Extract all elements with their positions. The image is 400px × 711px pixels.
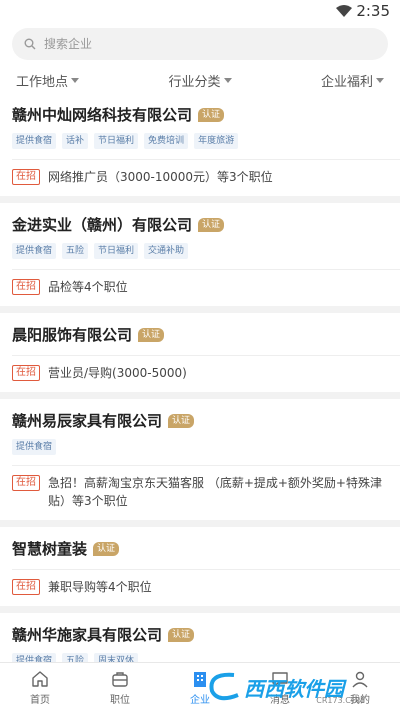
job-summary: 网络推广员（3000-10000元）等3个职位 — [48, 170, 273, 184]
verified-badge: 认证 — [198, 107, 225, 122]
status-bar: 2:35 — [0, 0, 400, 24]
benefit-tag: 话补 — [62, 133, 89, 149]
caret-down-icon — [223, 78, 232, 83]
job-summary: 营业员/导购(3000-5000) — [48, 366, 187, 380]
search-input[interactable] — [44, 37, 344, 51]
filter-label: 工作地点 — [16, 75, 69, 90]
verified-badge: 认证 — [138, 327, 165, 342]
verified-badge: 认证 — [198, 217, 225, 232]
verified-badge: 认证 — [93, 541, 120, 556]
filter-industry[interactable]: 行业分类 — [168, 71, 232, 90]
benefit-tag: 提供食宿 — [12, 243, 57, 259]
benefit-tag: 提供食宿 — [12, 439, 57, 455]
tab-label: 首页 — [30, 695, 50, 706]
company-name: 赣州易辰家具有限公司 — [12, 412, 163, 430]
company-list: 赣州中灿网络科技有限公司 认证 提供食宿 话补 节日福利 免费培训 年度旅游 在招… — [0, 93, 400, 662]
watermark-logo: 西西软件园 CR173.COM — [204, 667, 394, 707]
hiring-badge: 在招 — [12, 579, 40, 595]
benefit-tags: 提供食宿 五险 周末双休 — [0, 645, 400, 662]
benefit-tag: 提供食宿 — [12, 133, 57, 149]
job-summary: 急招！高薪淘宝京东天猫客服 （底薪+提成+额外奖励+特殊津贴）等3个职位 — [48, 476, 382, 508]
filter-label: 企业福利 — [320, 75, 373, 90]
verified-badge: 认证 — [168, 413, 195, 428]
benefit-tags: 提供食宿 话补 节日福利 免费培训 年度旅游 — [0, 125, 400, 149]
benefit-tag: 提供食宿 — [12, 653, 57, 662]
filter-label: 行业分类 — [168, 75, 221, 90]
status-time: 2:35 — [356, 2, 390, 20]
benefit-tag: 交通补助 — [144, 243, 189, 259]
watermark-swoosh-icon — [209, 672, 239, 701]
job-summary: 品检等4个职位 — [48, 280, 128, 294]
caret-down-icon — [375, 78, 384, 83]
hiring-badge: 在招 — [12, 365, 40, 381]
benefit-tag: 年度旅游 — [194, 133, 239, 149]
hiring-badge: 在招 — [12, 475, 40, 491]
tab-home[interactable]: 首页 — [0, 663, 80, 711]
briefcase-icon — [112, 672, 128, 687]
caret-down-icon — [71, 78, 80, 83]
filter-location[interactable]: 工作地点 — [16, 71, 80, 90]
wifi-icon — [336, 5, 352, 17]
benefit-tag: 免费培训 — [144, 133, 189, 149]
company-card[interactable]: 赣州华施家具有限公司 认证 提供食宿 五险 周末双休 — [0, 613, 400, 662]
job-summary: 兼职导购等4个职位 — [48, 580, 152, 594]
home-icon — [32, 671, 48, 687]
benefit-tags: 提供食宿 — [0, 431, 400, 455]
company-card[interactable]: 智慧树童装 认证 在招 兼职导购等4个职位 — [0, 527, 400, 606]
company-name: 赣州中灿网络科技有限公司 — [12, 106, 193, 124]
company-name: 金进实业（赣州）有限公司 — [12, 216, 193, 234]
hiring-badge: 在招 — [12, 279, 40, 295]
search-icon — [24, 38, 36, 50]
benefit-tag: 节日福利 — [94, 133, 139, 149]
company-card[interactable]: 赣州中灿网络科技有限公司 认证 提供食宿 话补 节日福利 免费培训 年度旅游 在招… — [0, 93, 400, 196]
watermark-url: CR173.COM — [316, 696, 364, 705]
benefit-tag: 五险 — [62, 243, 89, 259]
benefit-tag: 节日福利 — [94, 243, 139, 259]
filter-benefits[interactable]: 企业福利 — [321, 71, 384, 90]
company-card[interactable]: 晨阳服饰有限公司 认证 在招 营业员/导购(3000-5000) — [0, 313, 400, 392]
company-card[interactable]: 金进实业（赣州）有限公司 认证 提供食宿 五险 节日福利 交通补助 在招 品检等4个… — [0, 203, 400, 306]
company-name: 智慧树童装 — [12, 540, 88, 558]
hiring-badge: 在招 — [12, 169, 40, 185]
verified-badge: 认证 — [168, 627, 195, 642]
filter-bar: 工作地点 行业分类 企业福利 — [0, 66, 400, 96]
tab-label: 职位 — [110, 695, 130, 706]
company-card[interactable]: 赣州易辰家具有限公司 认证 提供食宿 在招 急招！高薪淘宝京东天猫客服 （底薪+提成… — [0, 399, 400, 520]
benefit-tag: 周末双休 — [94, 653, 139, 662]
benefit-tags: 提供食宿 五险 节日福利 交通补助 — [0, 235, 400, 259]
tab-jobs[interactable]: 职位 — [80, 663, 160, 711]
company-name: 赣州华施家具有限公司 — [12, 626, 163, 644]
company-name: 晨阳服饰有限公司 — [12, 326, 133, 344]
search-box[interactable] — [12, 28, 388, 60]
search-bar — [0, 24, 400, 66]
benefit-tag: 五险 — [62, 653, 89, 662]
